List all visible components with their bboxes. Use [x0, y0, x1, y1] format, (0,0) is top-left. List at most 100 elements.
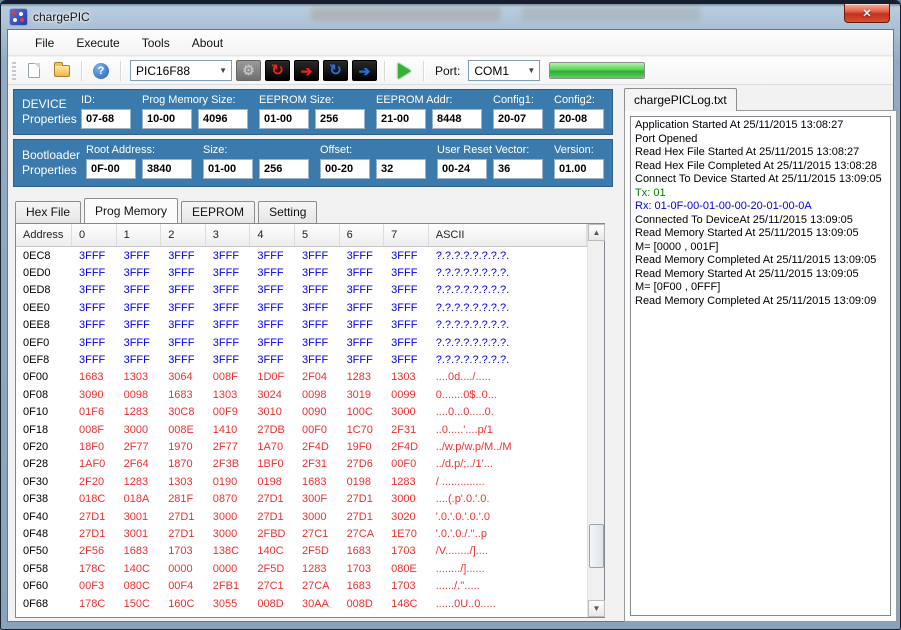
memory-cell[interactable]: 27D6: [340, 458, 385, 470]
memory-cell[interactable]: 1703: [384, 580, 429, 592]
memory-cell[interactable]: 3FFF: [72, 302, 117, 314]
address-cell[interactable]: 0EC8: [16, 250, 72, 262]
memory-cell[interactable]: 0000: [161, 563, 206, 575]
memory-cell[interactable]: 2F5D: [295, 545, 340, 557]
memory-cell[interactable]: 0090: [295, 406, 340, 418]
memory-cell[interactable]: 18F0: [72, 441, 117, 453]
memory-cell[interactable]: 3FFF: [161, 337, 206, 349]
memory-cell[interactable]: 27D1: [72, 511, 117, 523]
ascii-cell[interactable]: ......0U..0.....: [429, 598, 587, 610]
memory-cell[interactable]: 3010: [250, 406, 295, 418]
memory-cell[interactable]: 1870: [161, 458, 206, 470]
memory-cell[interactable]: 2FB1: [206, 580, 251, 592]
tab-prog-memory[interactable]: Prog Memory: [84, 198, 179, 223]
address-cell[interactable]: 0F58: [16, 563, 72, 575]
memory-cell[interactable]: 3FFF: [206, 267, 251, 279]
memory-cell[interactable]: 1303: [161, 476, 206, 488]
address-cell[interactable]: 0EF0: [16, 337, 72, 349]
memory-cell[interactable]: 3090: [72, 389, 117, 401]
memory-cell[interactable]: 1283: [295, 563, 340, 575]
memory-cell[interactable]: 008D: [340, 598, 385, 610]
field-value[interactable]: 256: [259, 159, 309, 179]
memory-cell[interactable]: 3FFF: [72, 337, 117, 349]
table-row[interactable]: 0F10 01F6 1283 30C8 00F9 3010 0090 100C 3000....…: [16, 404, 587, 421]
memory-cell[interactable]: 1AF0: [72, 458, 117, 470]
memory-cell[interactable]: 008F: [206, 371, 251, 383]
address-cell[interactable]: 0F60: [16, 580, 72, 592]
memory-cell[interactable]: 0098: [117, 389, 162, 401]
field-value[interactable]: 01.00: [554, 159, 604, 179]
memory-cell[interactable]: 30C8: [161, 406, 206, 418]
memory-cell[interactable]: 3FFF: [72, 284, 117, 296]
address-cell[interactable]: 0F48: [16, 528, 72, 540]
memory-cell[interactable]: 27D1: [161, 511, 206, 523]
memory-cell[interactable]: 3FFF: [340, 354, 385, 366]
memory-cell[interactable]: 3024: [250, 389, 295, 401]
memory-cell[interactable]: 3FFF: [340, 267, 385, 279]
menu-item-file[interactable]: File: [24, 32, 65, 54]
memory-cell[interactable]: 3FFF: [206, 319, 251, 331]
memory-cell[interactable]: 01F6: [72, 406, 117, 418]
memory-cell[interactable]: 3001: [117, 528, 162, 540]
run-button[interactable]: [392, 60, 416, 82]
read-device-button[interactable]: ↻: [265, 60, 290, 81]
memory-cell[interactable]: 3FFF: [206, 284, 251, 296]
memory-cell[interactable]: 27D1: [250, 493, 295, 505]
memory-cell[interactable]: 1303: [384, 371, 429, 383]
memory-cell[interactable]: 018A: [117, 493, 162, 505]
memory-cell[interactable]: 3FFF: [340, 302, 385, 314]
memory-cell[interactable]: 178C: [72, 563, 117, 575]
field-value[interactable]: 8448: [432, 109, 482, 129]
memory-cell[interactable]: 3FFF: [117, 302, 162, 314]
scroll-down-icon[interactable]: ▼: [588, 600, 605, 617]
ascii-cell[interactable]: ....(.p'.0.'.0.: [429, 493, 587, 505]
memory-cell[interactable]: 3001: [117, 511, 162, 523]
memory-cell[interactable]: 3064: [161, 371, 206, 383]
table-row[interactable]: 0F50 2F56 1683 1703 138C 140C 2F5D 1683 1703/V..…: [16, 543, 587, 560]
memory-cell[interactable]: 27D1: [72, 528, 117, 540]
ascii-cell[interactable]: ?.?.?.?.?.?.?.?.: [429, 267, 587, 279]
memory-cell[interactable]: 3FFF: [117, 267, 162, 279]
field-value[interactable]: 00-24: [437, 159, 487, 179]
memory-cell[interactable]: 008D: [250, 598, 295, 610]
memory-cell[interactable]: 138C: [206, 545, 251, 557]
address-cell[interactable]: 0F68: [16, 598, 72, 610]
log-textbox[interactable]: Application Started At 25/11/2015 13:08:…: [630, 116, 891, 616]
ascii-cell[interactable]: ?.?.?.?.?.?.?.?.: [429, 284, 587, 296]
table-row[interactable]: 0F38 018C 018A 281F 0870 27D1 300F 27D1 3000....…: [16, 490, 587, 507]
memory-cell[interactable]: 080E: [384, 563, 429, 575]
memory-cell[interactable]: 3FFF: [340, 284, 385, 296]
memory-cell[interactable]: 3FFF: [295, 267, 340, 279]
ascii-cell[interactable]: ?.?.?.?.?.?.?.?.: [429, 354, 587, 366]
memory-cell[interactable]: 3020: [384, 511, 429, 523]
ascii-cell[interactable]: ..0.....'....p/1: [429, 424, 587, 436]
memory-cell[interactable]: 3FFF: [250, 337, 295, 349]
memory-cell[interactable]: 100C: [340, 406, 385, 418]
field-value[interactable]: 256: [315, 109, 365, 129]
memory-cell[interactable]: 3FFF: [384, 354, 429, 366]
memory-cell[interactable]: 2F20: [72, 476, 117, 488]
memory-cell[interactable]: 2F4D: [295, 441, 340, 453]
table-row[interactable]: 0F20 18F0 2F77 1970 2F77 1A70 2F4D 19F0 2F4D ../w…: [16, 438, 587, 455]
table-row[interactable]: 0ED8 3FFF 3FFF 3FFF 3FFF 3FFF 3FFF 3FFF 3FFF?.?.…: [16, 282, 587, 299]
ascii-cell[interactable]: '.0.'.0.'.0.'.0: [429, 511, 587, 523]
memory-cell[interactable]: 3FFF: [250, 250, 295, 262]
memory-cell[interactable]: 00F0: [295, 424, 340, 436]
memory-cell[interactable]: 27DB: [250, 424, 295, 436]
memory-cell[interactable]: 27D1: [340, 511, 385, 523]
title-bar[interactable]: chargePIC ✕: [1, 4, 900, 29]
memory-cell[interactable]: 1283: [340, 371, 385, 383]
memory-cell[interactable]: 27D1: [340, 493, 385, 505]
address-cell[interactable]: 0F18: [16, 424, 72, 436]
memory-cell[interactable]: 19F0: [340, 441, 385, 453]
memory-cell[interactable]: 3FFF: [206, 354, 251, 366]
memory-cell[interactable]: 3FFF: [384, 250, 429, 262]
table-row[interactable]: 0ED0 3FFF 3FFF 3FFF 3FFF 3FFF 3FFF 3FFF 3FFF?.?.…: [16, 264, 587, 281]
log-file-tab[interactable]: chargePICLog.txt: [624, 88, 737, 111]
memory-cell[interactable]: 1283: [117, 476, 162, 488]
memory-cell[interactable]: 2F77: [117, 441, 162, 453]
memory-cell[interactable]: 3FFF: [161, 354, 206, 366]
address-cell[interactable]: 0F28: [16, 458, 72, 470]
write-eeprom-button[interactable]: ➔: [352, 60, 377, 81]
memory-cell[interactable]: 1C70: [340, 424, 385, 436]
